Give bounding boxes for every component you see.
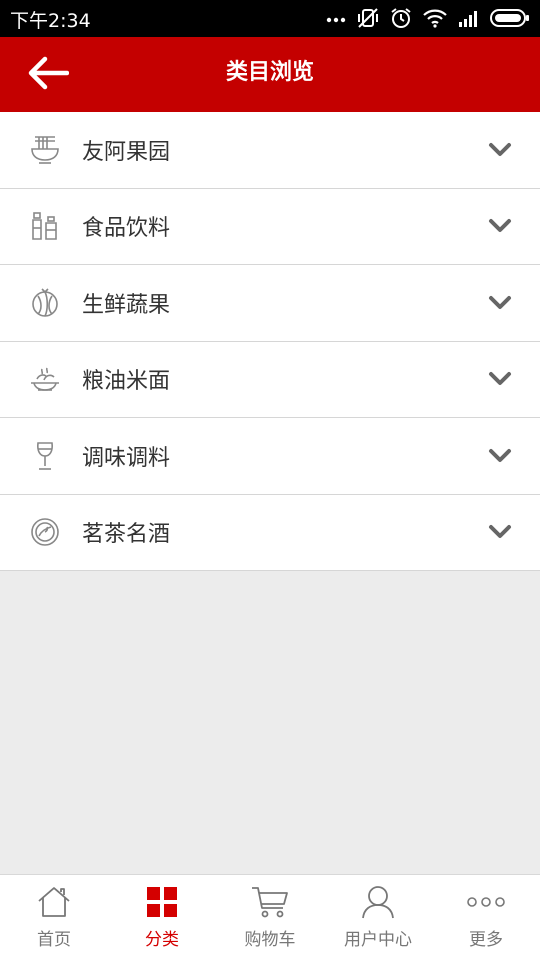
category-label: 生鲜蔬果 [82, 292, 171, 318]
tab-user-center[interactable]: 用户中心 [324, 875, 432, 960]
chevron-down-icon [488, 448, 512, 464]
page-title: 类目浏览 [225, 60, 314, 85]
noodle-bowl-icon [29, 134, 61, 166]
battery-icon [490, 8, 530, 28]
category-item-youa-orchard[interactable]: 友阿果园 [0, 112, 540, 189]
wine-glass-icon [29, 440, 61, 472]
tab-label: 购物车 [244, 930, 296, 950]
vibrate-off-icon [356, 7, 380, 29]
plate-icon [29, 516, 61, 548]
tab-label: 用户中心 [344, 930, 412, 950]
user-icon [361, 885, 395, 919]
chevron-down-icon [488, 524, 512, 540]
alarm-icon [390, 7, 412, 29]
chevron-down-icon [488, 295, 512, 311]
status-icons [326, 5, 530, 31]
signal-icon [458, 9, 480, 27]
tab-label: 更多 [469, 930, 503, 950]
tab-category[interactable]: 分类 [108, 875, 216, 960]
bottom-tab-bar: 首页 分类 购物车 用户中心 更多 [0, 874, 540, 960]
tab-cart[interactable]: 购物车 [216, 875, 324, 960]
category-label: 调味调料 [82, 445, 171, 471]
header: 类目浏览 [0, 37, 540, 112]
tab-label: 首页 [37, 930, 71, 950]
dish-icon [29, 363, 61, 395]
grid-icon [146, 885, 178, 919]
more-icon [466, 885, 506, 919]
cart-icon [251, 885, 289, 919]
category-item-grain-oil[interactable]: 粮油米面 [0, 341, 540, 418]
chevron-down-icon [488, 218, 512, 234]
tab-label: 分类 [145, 930, 179, 950]
bottles-icon [29, 210, 61, 242]
chevron-down-icon [488, 142, 512, 158]
category-label: 粮油米面 [82, 369, 171, 395]
category-item-fresh-produce[interactable]: 生鲜蔬果 [0, 265, 540, 342]
notification-dots-icon [326, 13, 346, 23]
category-list: 友阿果园 食品饮料 生鲜蔬果 粮油米面 调味调料 茗茶名酒 [0, 112, 540, 571]
category-label: 茗茶名酒 [82, 522, 171, 548]
tab-home[interactable]: 首页 [0, 875, 108, 960]
wifi-icon [422, 8, 448, 28]
category-item-food-drinks[interactable]: 食品饮料 [0, 188, 540, 265]
chevron-down-icon [488, 371, 512, 387]
tab-more[interactable]: 更多 [432, 875, 540, 960]
home-icon [36, 885, 72, 919]
status-time: 下午2:34 [10, 10, 91, 32]
category-item-tea-wine[interactable]: 茗茶名酒 [0, 494, 540, 571]
watermelon-icon [29, 287, 61, 319]
category-label: 友阿果园 [82, 139, 171, 165]
category-label: 食品饮料 [82, 216, 171, 242]
status-bar: 下午2:34 [0, 0, 540, 37]
category-item-seasoning[interactable]: 调味调料 [0, 418, 540, 495]
